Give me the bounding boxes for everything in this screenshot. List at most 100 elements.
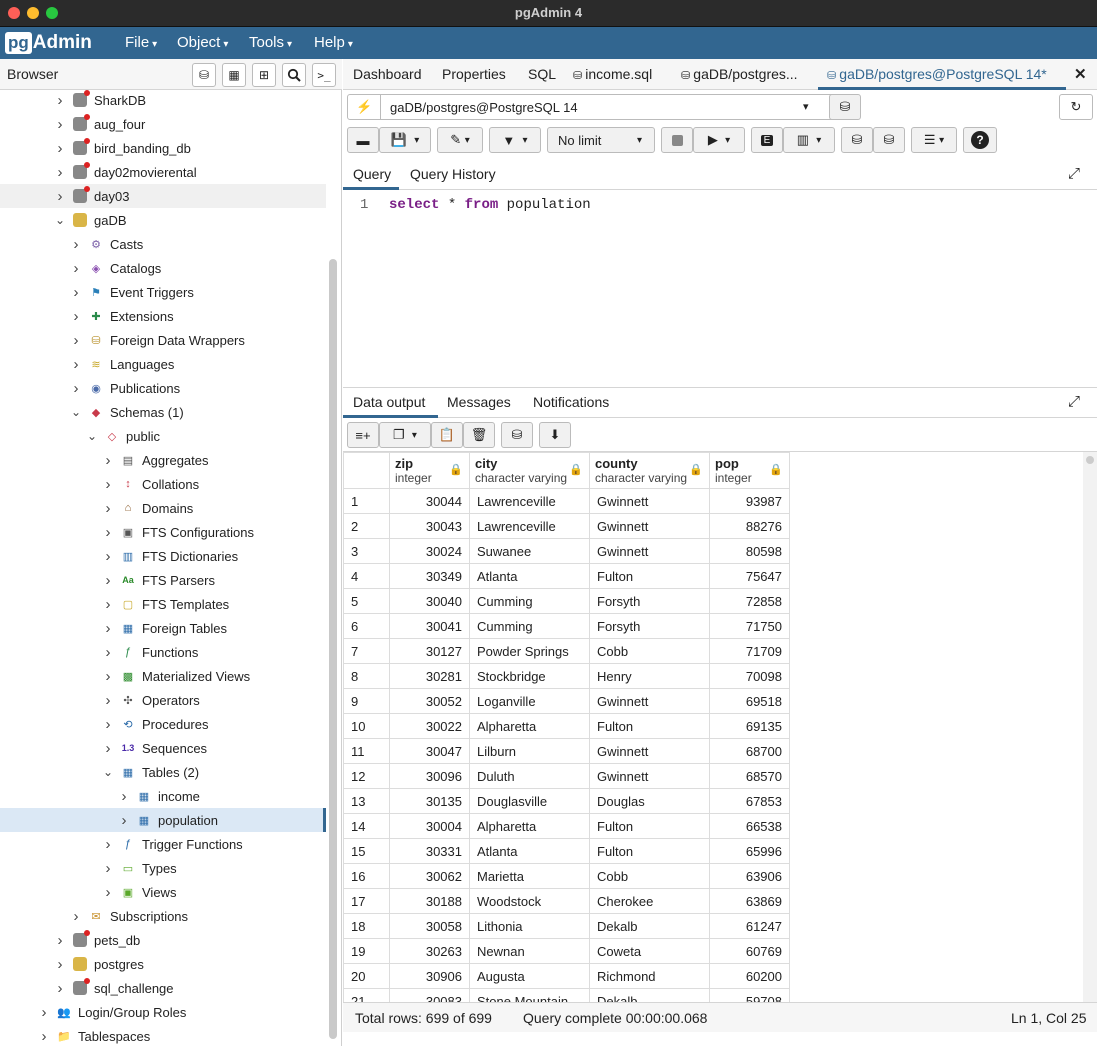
table-row[interactable]: 15 30331 Atlanta Fulton 65996: [343, 838, 790, 864]
table-cell[interactable]: Stone Mountain: [469, 988, 590, 1002]
save-data-button[interactable]: ⛁: [501, 422, 533, 448]
table-cell[interactable]: 67853: [709, 788, 790, 814]
chevron-right-icon[interactable]: ›: [101, 668, 115, 685]
tree-item[interactable]: › ▦ Foreign Tables: [0, 616, 326, 640]
chevron-right-icon[interactable]: ›: [117, 812, 131, 829]
table-cell[interactable]: Fulton: [589, 563, 710, 589]
tab-gadb-1[interactable]: ⛁ gaDB/postgres...: [681, 66, 798, 82]
chevron-right-icon[interactable]: ›: [101, 524, 115, 541]
chevron-right-icon[interactable]: ›: [53, 956, 67, 973]
table-cell[interactable]: Cumming: [469, 588, 590, 614]
table-cell[interactable]: 30127: [389, 638, 470, 664]
table-row[interactable]: 11 30047 Lilburn Gwinnett 68700: [343, 738, 790, 764]
table-cell[interactable]: 30044: [389, 488, 470, 514]
menu-object[interactable]: Object ▾: [177, 34, 228, 51]
tree-item[interactable]: › ↕ Collations: [0, 472, 326, 496]
table-cell[interactable]: 72858: [709, 588, 790, 614]
tab-notifications[interactable]: Notifications: [533, 394, 609, 410]
tree-item[interactable]: › ▣ Views: [0, 880, 326, 904]
table-cell[interactable]: 30096: [389, 763, 470, 789]
chevron-right-icon[interactable]: ›: [101, 692, 115, 709]
table-row[interactable]: 18 30058 Lithonia Dekalb 61247: [343, 913, 790, 939]
connection-select[interactable]: ⚡ gaDB/postgres@PostgreSQL 14 ▾: [347, 94, 859, 120]
table-cell[interactable]: 60200: [709, 963, 790, 989]
tree-item[interactable]: › ⚑ Event Triggers: [0, 280, 326, 304]
table-cell[interactable]: 66538: [709, 813, 790, 839]
rollback-button[interactable]: ⛁: [873, 127, 905, 153]
chevron-right-icon[interactable]: ›: [53, 932, 67, 949]
table-cell[interactable]: Newnan: [469, 938, 590, 964]
table-cell[interactable]: Richmond: [589, 963, 710, 989]
table-cell[interactable]: Augusta: [469, 963, 590, 989]
chevron-right-icon[interactable]: ›: [101, 476, 115, 493]
tree-item[interactable]: › day03: [0, 184, 326, 208]
tab-sql[interactable]: SQL: [528, 66, 556, 82]
table-cell[interactable]: 75647: [709, 563, 790, 589]
table-cell[interactable]: 93987: [709, 488, 790, 514]
limit-select[interactable]: No limit ▾: [547, 127, 655, 153]
filter-rows-button[interactable]: ⊞: [252, 63, 276, 87]
psql-tool-button[interactable]: >_: [312, 63, 336, 87]
expand-icon[interactable]: ⤢: [1068, 165, 1080, 182]
chevron-down-icon[interactable]: ⌄: [53, 213, 67, 227]
commit-button[interactable]: ⛁: [841, 127, 873, 153]
delete-button[interactable]: 🗑: [463, 422, 495, 448]
table-row[interactable]: 5 30040 Cumming Forsyth 72858: [343, 588, 790, 614]
table-cell[interactable]: 30041: [389, 613, 470, 639]
tab-messages[interactable]: Messages: [447, 394, 511, 410]
new-connection-button[interactable]: ⛁: [829, 94, 861, 120]
table-cell[interactable]: Douglas: [589, 788, 710, 814]
table-row[interactable]: 2 30043 Lawrenceville Gwinnett 88276: [343, 513, 790, 539]
chevron-right-icon[interactable]: ›: [69, 380, 83, 397]
table-cell[interactable]: Alpharetta: [469, 713, 590, 739]
tree-item[interactable]: › bird_banding_db: [0, 136, 326, 160]
table-row[interactable]: 20 30906 Augusta Richmond 60200: [343, 963, 790, 989]
table-cell[interactable]: Lilburn: [469, 738, 590, 764]
tree-item[interactable]: › ▥ FTS Dictionaries: [0, 544, 326, 568]
table-cell[interactable]: 30047: [389, 738, 470, 764]
help-button[interactable]: ?: [963, 127, 997, 153]
table-cell[interactable]: Lithonia: [469, 913, 590, 939]
table-cell[interactable]: 30263: [389, 938, 470, 964]
tree-item[interactable]: › day02movierental: [0, 160, 326, 184]
tree-item[interactable]: › pets_db: [0, 928, 326, 952]
table-row[interactable]: 19 30263 Newnan Coweta 60769: [343, 938, 790, 964]
table-cell[interactable]: 65996: [709, 838, 790, 864]
chevron-right-icon[interactable]: ›: [69, 356, 83, 373]
table-row[interactable]: 4 30349 Atlanta Fulton 75647: [343, 563, 790, 589]
table-cell[interactable]: Stockbridge: [469, 663, 590, 689]
chevron-right-icon[interactable]: ›: [101, 596, 115, 613]
column-header-zip[interactable]: zip integer 🔒: [389, 452, 470, 489]
download-button[interactable]: ⬇: [539, 422, 571, 448]
table-cell[interactable]: Dekalb: [589, 988, 710, 1002]
table-cell[interactable]: 30349: [389, 563, 470, 589]
tab-query-history[interactable]: Query History: [410, 166, 496, 182]
stop-button[interactable]: [661, 127, 693, 153]
table-cell[interactable]: Forsyth: [589, 588, 710, 614]
chevron-right-icon[interactable]: ›: [69, 332, 83, 349]
table-cell[interactable]: Gwinnett: [589, 538, 710, 564]
chevron-right-icon[interactable]: ›: [101, 716, 115, 733]
chevron-right-icon[interactable]: ›: [69, 308, 83, 325]
column-header-county[interactable]: county character varying 🔒: [589, 452, 710, 489]
table-cell[interactable]: 30135: [389, 788, 470, 814]
refresh-button[interactable]: ↻: [1059, 94, 1093, 120]
tab-query[interactable]: Query: [353, 166, 391, 182]
tree-item[interactable]: › ✚ Extensions: [0, 304, 326, 328]
chevron-right-icon[interactable]: ›: [69, 236, 83, 253]
table-cell[interactable]: 59708: [709, 988, 790, 1002]
table-cell[interactable]: Cumming: [469, 613, 590, 639]
search-objects-button[interactable]: [282, 63, 306, 87]
table-cell[interactable]: Lawrenceville: [469, 488, 590, 514]
chevron-right-icon[interactable]: ›: [101, 644, 115, 661]
chevron-right-icon[interactable]: ›: [101, 836, 115, 853]
table-row[interactable]: 3 30024 Suwanee Gwinnett 80598: [343, 538, 790, 564]
tree-item[interactable]: ⌄ ◇ public: [0, 424, 326, 448]
table-row[interactable]: 14 30004 Alpharetta Fulton 66538: [343, 813, 790, 839]
table-row[interactable]: 21 30083 Stone Mountain Dekalb 59708: [343, 988, 790, 1002]
tree-item[interactable]: › 1.3 Sequences: [0, 736, 326, 760]
chevron-right-icon[interactable]: ›: [69, 260, 83, 277]
macros-button[interactable]: ☰ ▾: [911, 127, 957, 153]
table-cell[interactable]: 71750: [709, 613, 790, 639]
tree-item[interactable]: › ⛁ Foreign Data Wrappers: [0, 328, 326, 352]
